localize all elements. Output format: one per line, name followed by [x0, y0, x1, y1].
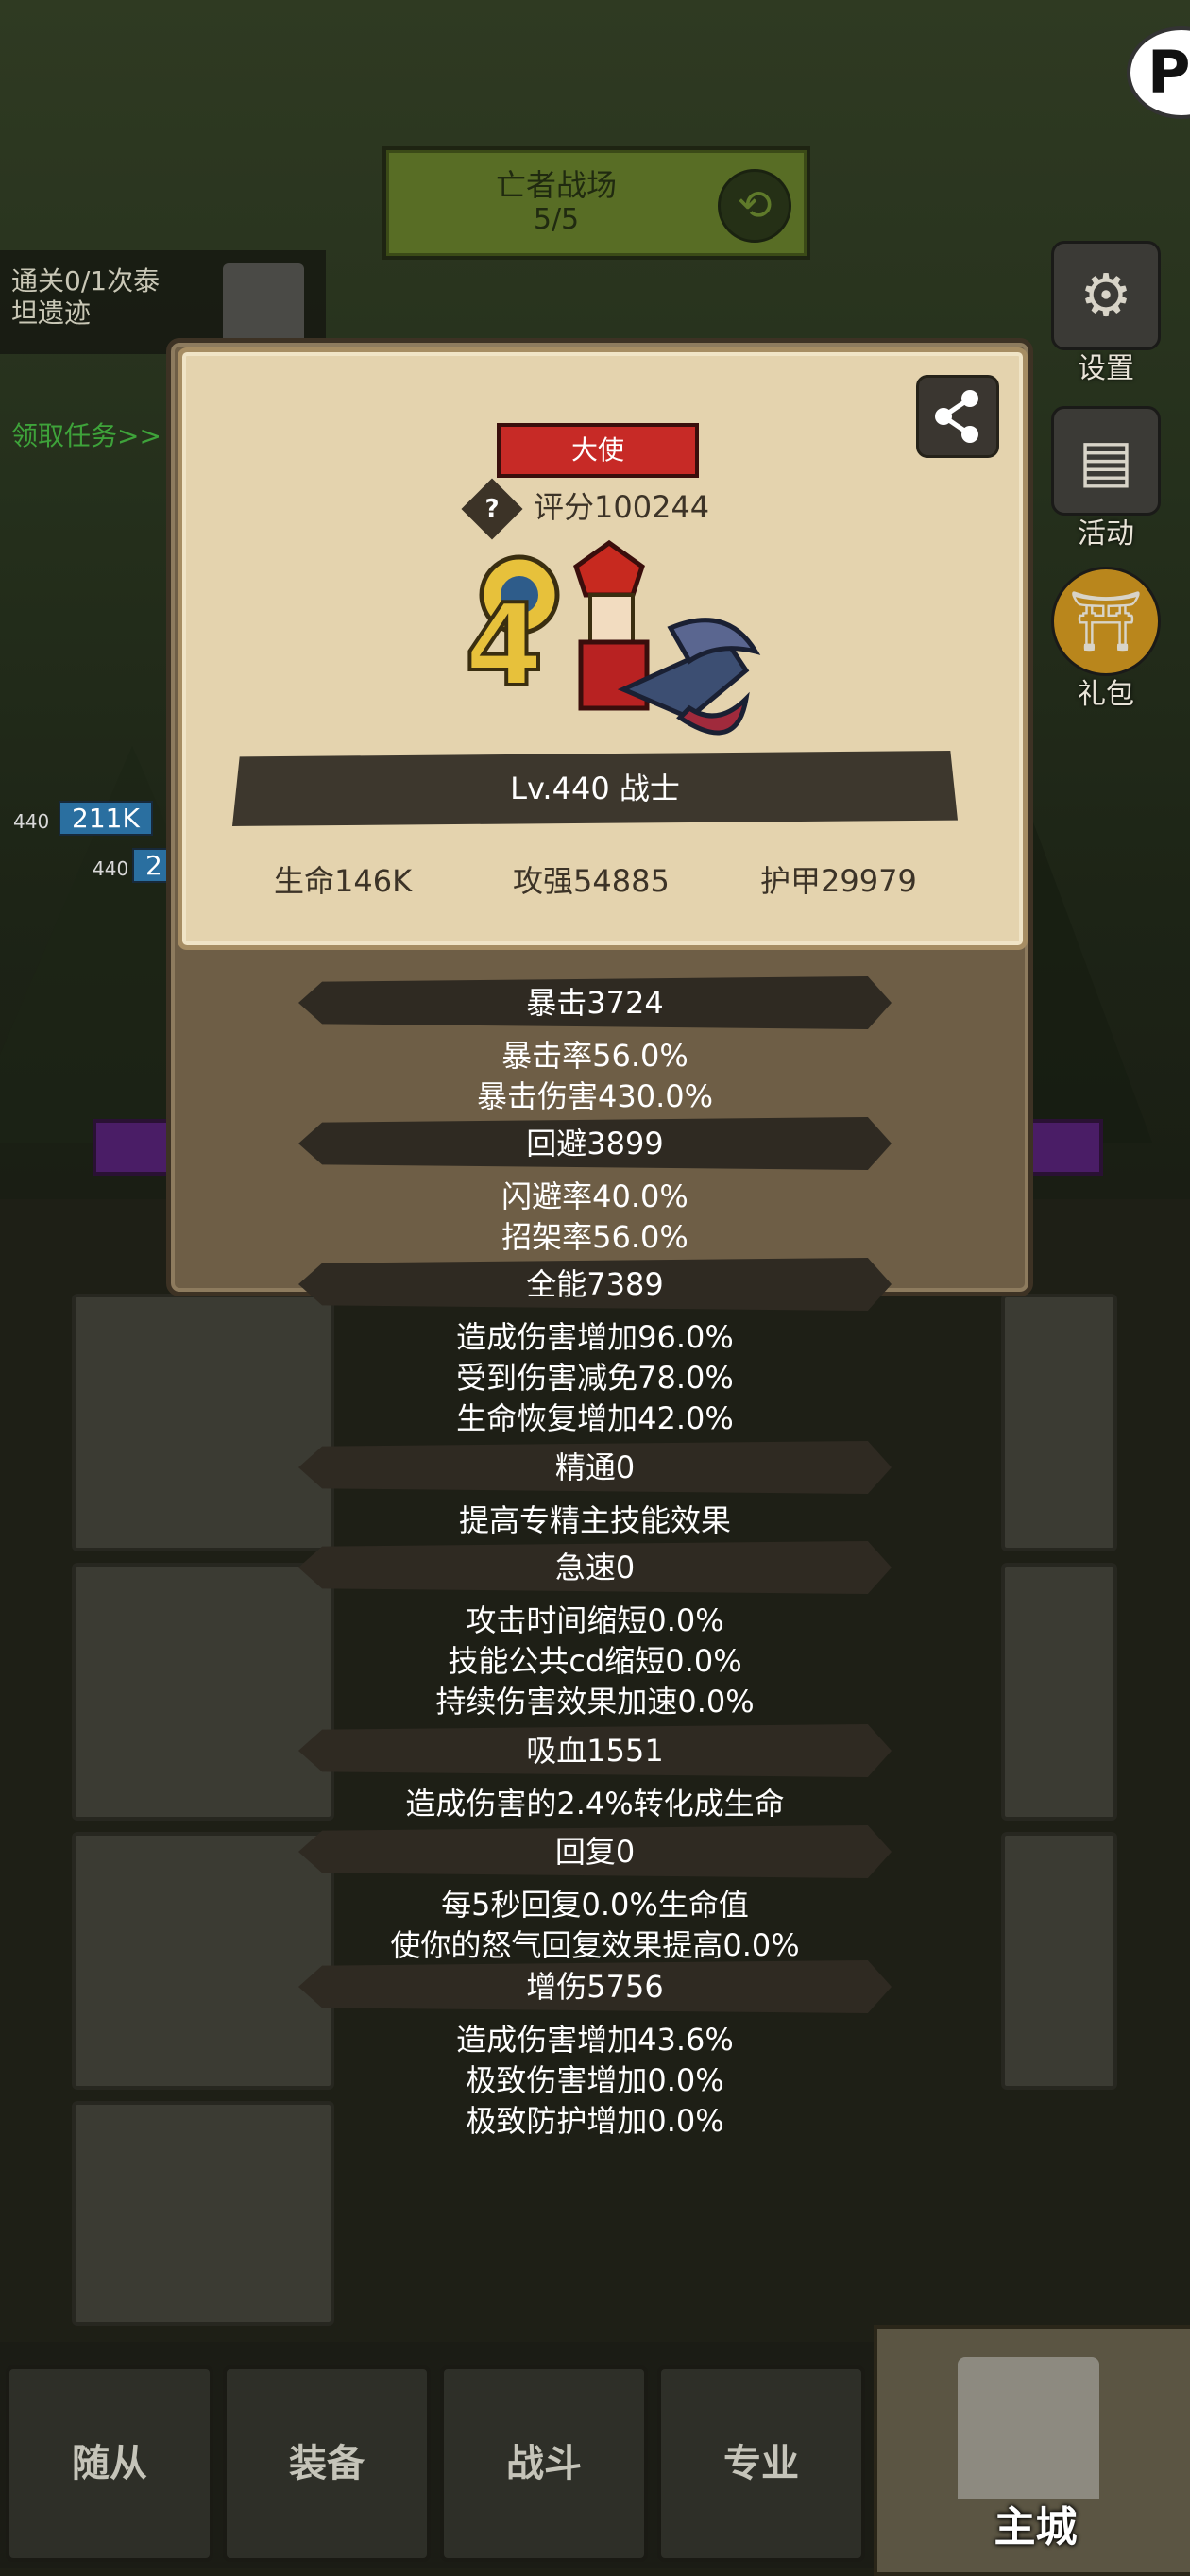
stat-line: 攻击时间缩短0.0%	[466, 1602, 724, 1638]
stat-line: 闪避率40.0%	[502, 1178, 688, 1214]
nav-equipment-button[interactable]: 装备	[223, 2365, 431, 2562]
stat-line: 暴击伤害430.0%	[476, 1078, 714, 1114]
stat-line: 受到伤害减免78.0%	[456, 1360, 734, 1396]
arena-title: 亡者战场	[495, 167, 617, 203]
section-header-mastery: 精通0	[298, 1441, 892, 1494]
receive-quest-link[interactable]: 领取任务>>	[11, 415, 162, 453]
nav-profession-button[interactable]: 专业	[657, 2365, 865, 2562]
events-button[interactable]: ▤ 活动	[1045, 406, 1167, 551]
stat-line: 极致伤害增加0.0%	[466, 2062, 724, 2098]
gear-icon: ⚙	[1051, 241, 1161, 350]
section-header-crit: 暴击3724	[298, 976, 892, 1029]
help-icon[interactable]: ?	[461, 478, 523, 540]
hp-tag: 211K	[59, 801, 153, 836]
arena-progress: 5/5	[533, 203, 580, 236]
unit-level: 440	[13, 810, 50, 833]
trophy-icon	[223, 263, 304, 345]
stat-line: 持续伤害效果加速0.0%	[435, 1684, 755, 1720]
stat-line: 造成伤害增加43.6%	[456, 2022, 734, 2058]
stat-line: 每5秒回复0.0%生命值	[441, 1887, 749, 1923]
unit-level: 440	[93, 857, 129, 880]
nav-followers-button[interactable]: 随从	[6, 2365, 213, 2562]
stat-line: 招架率56.0%	[502, 1219, 688, 1255]
gift-icon: ⛩	[1051, 567, 1161, 676]
stat-line: 生命恢复增加42.0%	[456, 1400, 734, 1436]
stat-line: 造成伤害增加96.0%	[456, 1319, 734, 1355]
section-header-haste: 急速0	[298, 1541, 892, 1594]
nav-battle-button[interactable]: 战斗	[440, 2365, 648, 2562]
section-header-regen: 回复0	[298, 1825, 892, 1878]
gift-pack-button[interactable]: ⛩ 礼包	[1045, 567, 1167, 712]
castle-icon	[958, 2357, 1099, 2499]
stat-line: 技能公共cd缩短0.0%	[448, 1643, 742, 1679]
score-text: 评分100244	[534, 489, 710, 525]
section-header-lifesteal: 吸血1551	[298, 1724, 892, 1777]
attack-stat: 攻强54885	[513, 863, 670, 899]
section-header-damage-boost: 增伤5756	[298, 1960, 892, 2013]
stat-line: 造成伤害的2.4%转化成生命	[405, 1786, 785, 1822]
swap-icon[interactable]: ⟲	[718, 169, 791, 243]
settings-button[interactable]: ⚙ 设置	[1045, 241, 1167, 386]
scroll-icon: ▤	[1051, 406, 1161, 516]
armor-stat: 护甲29979	[760, 863, 917, 899]
stat-line: 暴击率56.0%	[502, 1038, 688, 1074]
main-city-label: 主城	[994, 2503, 1078, 2551]
quest-text-line1: 通关0/1次泰	[11, 265, 161, 297]
events-label: 活动	[1078, 517, 1134, 551]
character-avatar: 4	[463, 539, 761, 736]
share-button[interactable]	[916, 375, 999, 458]
section-header-avoidance: 回避3899	[298, 1117, 892, 1170]
title-badge: 大使	[497, 423, 699, 478]
settings-label: 设置	[1078, 352, 1134, 385]
stat-line: 使你的怒气回复效果提高0.0%	[390, 1927, 800, 1963]
level-class-bar: Lv.440 战士	[232, 751, 958, 826]
nav-main-city-button[interactable]: 主城	[874, 2325, 1190, 2576]
stat-line: 提高专精主技能效果	[458, 1502, 731, 1538]
quest-text-line2: 坦遗迹	[11, 297, 92, 329]
hp-stat: 生命146K	[274, 863, 413, 899]
stat-line: 极致防护增加0.0%	[466, 2103, 724, 2139]
svg-text:4: 4	[465, 581, 544, 712]
arena-banner[interactable]: 亡者战场 5/5 ⟲	[382, 146, 810, 260]
share-icon	[935, 390, 978, 443]
section-header-versatility: 全能7389	[298, 1258, 892, 1311]
gift-pack-label: 礼包	[1078, 678, 1134, 711]
